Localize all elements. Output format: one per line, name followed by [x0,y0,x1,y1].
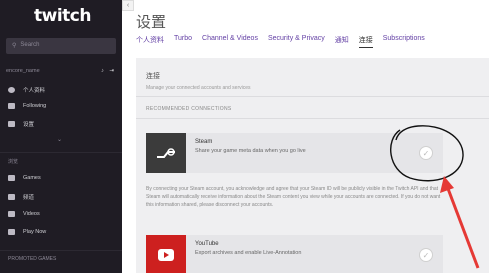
steam-connect-toggle[interactable]: ✓ [419,146,433,160]
sidebar-item-label: Play Now [23,229,47,235]
tab-profile[interactable]: 个人资料 [136,35,164,48]
page-title: 设置 [136,14,167,31]
tab-subscriptions[interactable]: Subscriptions [383,35,425,48]
youtube-connection-card: YouTube Export archives and enable Live-… [146,235,443,273]
settings-tabs: 个人资料 Turbo Channel & Videos Security & P… [136,35,425,48]
check-icon: ✓ [422,250,430,260]
youtube-connect-toggle[interactable]: ✓ [419,248,433,262]
youtube-play-icon [146,235,186,273]
steam-connection-card: Steam Share your game meta data when you… [146,133,443,173]
check-icon: ✓ [422,148,430,158]
user-controls[interactable]: ♪ ⇥ [101,68,116,74]
sidebar-item-videos[interactable]: Videos [8,211,40,217]
sidebar-item-label: Games [23,175,41,181]
username[interactable]: encore_name [6,68,40,74]
sidebar-item-profile[interactable]: 个人资料 [8,86,45,94]
sidebar-item-label: 设置 [23,122,35,128]
connections-subtitle: Manage your connected accounts and servi… [146,85,251,91]
search-input[interactable]: ⚲ Search [6,38,116,54]
tab-notifications[interactable]: 通知 [335,35,349,48]
recommended-connections-label: RECOMMENDED CONNECTIONS [146,106,232,112]
tab-connections[interactable]: 连接 [358,35,373,48]
tab-turbo[interactable]: Turbo [174,35,192,48]
play-now-icon [8,229,15,235]
promoted-games-label: PROMOTED GAMES [8,256,57,262]
sidebar-item-games[interactable]: Games [8,175,41,181]
heart-icon [8,103,15,109]
sidebar-item-play-now[interactable]: Play Now [8,229,46,235]
connection-name: YouTube [195,241,219,247]
chevron-down-icon[interactable]: ⌄ [57,136,62,143]
steam-icon [146,133,186,173]
sidebar-item-label: 个人资料 [23,88,46,94]
sidebar-collapse-button[interactable]: ‹ [122,0,134,11]
search-placeholder: Search [20,42,40,48]
connection-name: Steam [195,139,213,145]
twitch-logo[interactable]: twitch [34,6,91,26]
tab-security-privacy[interactable]: Security & Privacy [268,35,325,48]
sidebar-divider [0,250,122,251]
connections-panel: 连接 Manage your connected accounts and se… [136,58,489,273]
sidebar: twitch ⚲ Search encore_name ♪ ⇥ 个人资料 Fol… [0,0,122,273]
sidebar-item-channels[interactable]: 频道 [8,193,34,201]
sidebar-item-settings[interactable]: 设置 [8,120,34,128]
divider [136,118,489,119]
sidebar-item-label: 频道 [23,195,35,201]
connection-description: Share your game meta data when you go li… [195,148,306,154]
steam-disclaimer: By connecting your Steam account, you ac… [146,186,441,208]
sidebar-item-following[interactable]: Following [8,103,46,109]
profile-icon [8,87,15,93]
connections-title: 连接 [146,73,160,80]
sidebar-item-label: Following [23,103,47,109]
settings-icon [8,121,15,127]
tab-channel-videos[interactable]: Channel & Videos [202,35,258,48]
gamepad-icon [8,175,15,181]
film-icon [8,211,15,217]
divider [136,96,489,97]
user-row: encore_name ♪ ⇥ [6,68,116,74]
browse-section-label: 浏览 [8,159,19,165]
search-icon: ⚲ [12,43,17,49]
camera-icon [8,194,15,200]
connection-description: Export archives and enable Live-Annotati… [195,250,302,256]
sidebar-divider [0,152,122,153]
sidebar-item-label: Videos [23,211,40,217]
